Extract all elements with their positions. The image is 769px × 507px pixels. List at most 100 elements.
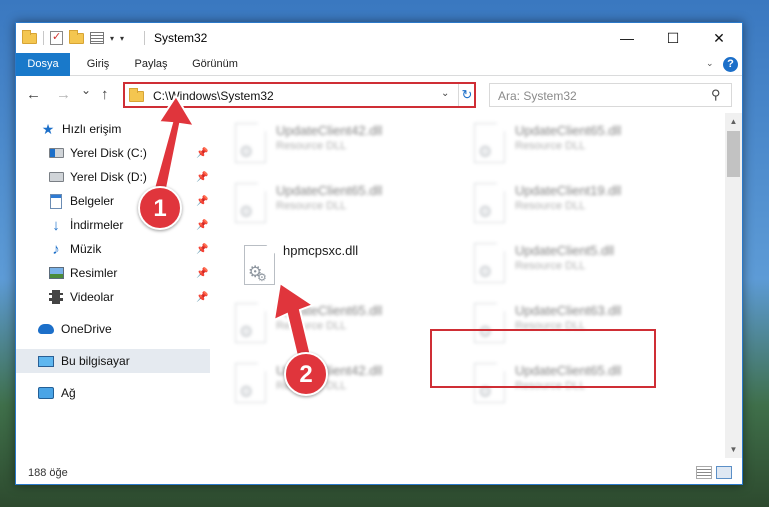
up-button[interactable]: ↑: [101, 86, 109, 103]
file-item[interactable]: ⚙ UpdateClient42.dll Resource DLL: [226, 359, 461, 415]
file-name: UpdateClient63.dll: [515, 303, 622, 318]
sidebar-item-this-pc[interactable]: Bu bilgisayar: [16, 349, 210, 373]
file-explorer-window: ▾ ▾ System32 — ☐ ✕ Dosya Giriş Paylaş Gö…: [15, 22, 743, 485]
pin-icon[interactable]: 📌: [196, 268, 208, 279]
sidebar-item-quick-access[interactable]: ★ Hızlı erişim: [16, 117, 210, 141]
file-item[interactable]: ⚙ UpdateClient5.dll Resource DLL: [465, 239, 700, 295]
view-options-icon[interactable]: [90, 32, 104, 44]
scrollbar-thumb[interactable]: [727, 131, 740, 177]
navigation-pane: ★ Hızlı erişim Yerel Disk (C:) 📌 Yerel D…: [16, 113, 210, 458]
folder-icon: [129, 88, 144, 102]
sidebar-item-music[interactable]: ♪ Müzik 📌: [16, 237, 210, 261]
star-icon: ★: [41, 120, 55, 137]
network-icon: [38, 386, 54, 400]
downloads-icon: ↓: [52, 216, 60, 234]
search-input[interactable]: Ara: System32 ⚲: [489, 83, 732, 107]
tab-share[interactable]: Paylaş: [126, 53, 176, 76]
close-button[interactable]: ✕: [696, 23, 742, 53]
pin-icon[interactable]: 📌: [196, 196, 208, 207]
search-placeholder: Ara: System32: [498, 89, 577, 103]
documents-icon: [48, 193, 64, 209]
file-item[interactable]: ⚙ UpdateClient65.dll Resource DLL: [226, 299, 461, 355]
callout-number-1: 1: [138, 186, 182, 230]
sidebar-item-label: Belgeler: [70, 194, 115, 208]
sidebar-item-label: OneDrive: [61, 322, 112, 336]
search-icon[interactable]: ⚲: [711, 87, 721, 103]
vertical-scrollbar[interactable]: ▲ ▼: [725, 113, 742, 458]
forward-button[interactable]: →: [56, 86, 71, 103]
file-item[interactable]: ⚙ UpdateClient65.dll Resource DLL: [226, 179, 461, 235]
file-item[interactable]: ⚙ UpdateClient42.dll Resource DLL: [226, 119, 461, 175]
sidebar-item-local-disk-c[interactable]: Yerel Disk (C:) 📌: [16, 141, 210, 165]
gear-icon: ⚙: [239, 204, 254, 221]
file-type: Resource DLL: [276, 320, 347, 332]
title-bar: ▾ ▾ System32 — ☐ ✕: [16, 23, 742, 53]
callout-number-2: 2: [284, 352, 328, 396]
ribbon-tabs: Dosya Giriş Paylaş Görünüm ⌄ ?: [16, 53, 742, 76]
sidebar-item-local-disk-d[interactable]: Yerel Disk (D:) 📌: [16, 165, 210, 189]
tab-file[interactable]: Dosya: [16, 53, 70, 76]
gear-icon: ⚙: [239, 144, 254, 161]
drive-icon: [48, 146, 64, 160]
sidebar-item-network[interactable]: Ağ: [16, 381, 210, 405]
properties-icon[interactable]: [50, 30, 63, 45]
customize-toolbar-icon[interactable]: ▾: [120, 34, 124, 43]
tab-view[interactable]: Görünüm: [182, 53, 248, 76]
tab-home[interactable]: Giriş: [75, 53, 121, 76]
pin-icon[interactable]: 📌: [196, 244, 208, 255]
refresh-button[interactable]: ↻: [458, 84, 475, 106]
file-item[interactable]: ⚙ UpdateClient63.dll Resource DLL: [465, 299, 700, 355]
file-name: UpdateClient5.dll: [515, 243, 615, 258]
sidebar-item-pictures[interactable]: Resimler 📌: [16, 261, 210, 285]
file-type: Resource DLL: [515, 140, 586, 152]
chevron-down-icon[interactable]: ⌄: [441, 88, 449, 99]
toolbar-divider: [43, 31, 44, 45]
sidebar-item-onedrive[interactable]: OneDrive: [16, 317, 210, 341]
file-item-hpmcpsxc[interactable]: ⚙ ⚙ hpmcpsxc.dll: [235, 241, 470, 297]
pin-icon[interactable]: 📌: [196, 292, 208, 303]
quick-access-toolbar: ▾ ▾: [22, 29, 124, 46]
details-view-icon[interactable]: [696, 466, 712, 479]
scroll-down-icon[interactable]: ▼: [725, 441, 742, 458]
file-item[interactable]: ⚙ UpdateClient65.dll Resource DLL: [465, 359, 700, 415]
gear-icon: ⚙: [257, 272, 267, 284]
address-bar[interactable]: C:\Windows\System32 ⌄ ↻: [124, 83, 475, 107]
recent-locations-button[interactable]: ⌄: [81, 83, 91, 97]
chevron-down-icon[interactable]: ▾: [110, 34, 114, 43]
sidebar-item-videos[interactable]: Videolar 📌: [16, 285, 210, 309]
folder-icon[interactable]: [22, 29, 37, 44]
sidebar-item-label: Resimler: [70, 266, 118, 280]
file-type: Resource DLL: [515, 380, 586, 392]
maximize-button[interactable]: ☐: [650, 23, 696, 53]
file-item[interactable]: ⚙ UpdateClient19.dll Resource DLL: [465, 179, 700, 235]
file-name: UpdateClient65.dll: [515, 123, 622, 138]
pin-icon[interactable]: 📌: [196, 220, 208, 231]
pin-icon[interactable]: 📌: [196, 148, 208, 159]
large-icons-view-icon[interactable]: [716, 466, 732, 479]
address-path[interactable]: C:\Windows\System32: [153, 89, 274, 103]
this-pc-icon: [38, 354, 54, 368]
file-name: UpdateClient65.dll: [515, 363, 622, 378]
sidebar-item-label: Videolar: [70, 290, 114, 304]
pin-icon[interactable]: 📌: [196, 172, 208, 183]
gear-icon: ⚙: [478, 144, 493, 161]
back-button[interactable]: ←: [26, 86, 41, 103]
music-icon: ♪: [52, 240, 60, 258]
sidebar-item-downloads[interactable]: ↓ İndirmeler 📌: [16, 213, 210, 237]
title-divider: [144, 31, 145, 45]
gear-icon: ⚙: [478, 204, 493, 221]
gear-icon: ⚙: [478, 324, 493, 341]
new-folder-icon[interactable]: [69, 29, 84, 44]
sidebar-item-label: Hızlı erişim: [62, 122, 122, 136]
minimize-button[interactable]: —: [604, 23, 650, 53]
file-item[interactable]: ⚙ UpdateClient65.dll Resource DLL: [465, 119, 700, 175]
expand-ribbon-icon[interactable]: ⌄: [706, 58, 714, 69]
scroll-up-icon[interactable]: ▲: [725, 113, 742, 130]
sidebar-item-label: Ağ: [61, 386, 76, 400]
help-icon[interactable]: ?: [723, 57, 738, 72]
gear-icon: ⚙: [239, 384, 254, 401]
videos-icon: [48, 290, 64, 304]
file-name: UpdateClient65.dll: [276, 303, 383, 318]
window-title: System32: [154, 31, 208, 45]
status-bar: 188 öğe: [16, 459, 742, 484]
